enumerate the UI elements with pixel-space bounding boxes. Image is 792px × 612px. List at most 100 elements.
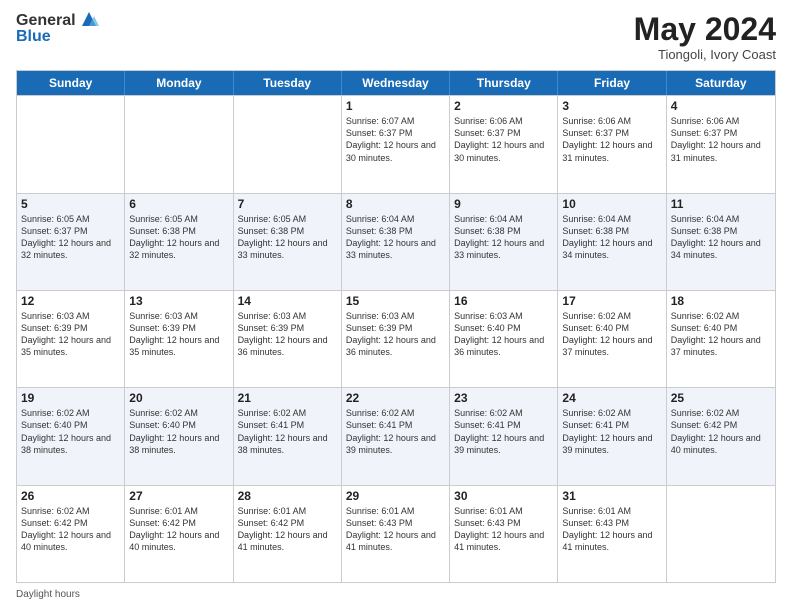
daylight-label: Daylight hours [16,589,80,600]
calendar-cell: 16 Sunrise: 6:03 AM Sunset: 6:40 PM Dayli… [450,291,558,387]
day-number: 11 [671,197,771,211]
cell-info: Sunrise: 6:05 AM Sunset: 6:38 PM Dayligh… [129,213,228,262]
calendar-cell: 26Sunrise: 6:02 AM Sunset: 6:42 PM Dayli… [17,486,125,582]
calendar-cell: 29 Sunrise: 6:01 AM Sunset: 6:43 PM Dayli… [342,486,450,582]
cell-info: Sunrise: 6:02 AM Sunset: 6:41 PM Dayligh… [346,407,445,456]
logo-general: General [16,12,76,29]
cell-info: Sunrise: 6:01 AM Sunset: 6:42 PM Dayligh… [129,505,228,554]
day-number: 15 [346,294,445,308]
cell-info: Sunrise: 6:04 AM Sunset: 6:38 PM Dayligh… [454,213,553,262]
weekday-header-sunday: Sunday [17,71,125,95]
cell-info: Sunrise: 6:03 AM Sunset: 6:39 PM Dayligh… [21,310,120,359]
calendar-cell: 15 Sunrise: 6:03 AM Sunset: 6:39 PM Dayli… [342,291,450,387]
weekday-header-saturday: Saturday [667,71,775,95]
calendar-cell: 8 Sunrise: 6:04 AM Sunset: 6:38 PM Daylig… [342,194,450,290]
calendar-cell: 7 Sunrise: 6:05 AM Sunset: 6:38 PM Daylig… [234,194,342,290]
day-number: 16 [454,294,553,308]
calendar-row-1: 1Sunrise: 6:07 AM Sunset: 6:37 PM Daylig… [17,95,775,192]
weekday-header-monday: Monday [125,71,233,95]
calendar-cell: 12Sunrise: 6:03 AM Sunset: 6:39 PM Dayli… [17,291,125,387]
calendar-cell: 27 Sunrise: 6:01 AM Sunset: 6:42 PM Dayli… [125,486,233,582]
cell-info: Sunrise: 6:03 AM Sunset: 6:39 PM Dayligh… [346,310,445,359]
day-number: 25 [671,391,771,405]
calendar-cell: 3Sunrise: 6:06 AM Sunset: 6:37 PM Daylig… [558,96,666,192]
day-number: 20 [129,391,228,405]
header: General Blue May 2024 Tiongoli, Ivory Co… [16,12,776,62]
calendar-cell: 20 Sunrise: 6:02 AM Sunset: 6:40 PM Dayli… [125,388,233,484]
cell-info: Sunrise: 6:02 AM Sunset: 6:41 PM Dayligh… [238,407,337,456]
calendar-cell: 24 Sunrise: 6:02 AM Sunset: 6:41 PM Dayli… [558,388,666,484]
calendar-cell: 11 Sunrise: 6:04 AM Sunset: 6:38 PM Dayli… [667,194,775,290]
calendar: SundayMondayTuesdayWednesdayThursdayFrid… [16,70,776,583]
calendar-cell: 25 Sunrise: 6:02 AM Sunset: 6:42 PM Dayli… [667,388,775,484]
weekday-header-thursday: Thursday [450,71,558,95]
day-number: 1 [346,99,445,113]
calendar-cell: 17Sunrise: 6:02 AM Sunset: 6:40 PM Dayli… [558,291,666,387]
calendar-cell: 10 Sunrise: 6:04 AM Sunset: 6:38 PM Dayli… [558,194,666,290]
calendar-cell [17,96,125,192]
cell-info: Sunrise: 6:03 AM Sunset: 6:39 PM Dayligh… [129,310,228,359]
calendar-row-5: 26Sunrise: 6:02 AM Sunset: 6:42 PM Dayli… [17,485,775,582]
calendar-cell: 23 Sunrise: 6:02 AM Sunset: 6:41 PM Dayli… [450,388,558,484]
cell-info: Sunrise: 6:05 AM Sunset: 6:38 PM Dayligh… [238,213,337,262]
cell-info: Sunrise: 6:02 AM Sunset: 6:40 PM Dayligh… [129,407,228,456]
cell-info: Sunrise: 6:06 AM Sunset: 6:37 PM Dayligh… [454,115,553,164]
day-number: 29 [346,489,445,503]
title-area: May 2024 Tiongoli, Ivory Coast [634,12,776,62]
day-number: 9 [454,197,553,211]
cell-info: Sunrise: 6:01 AM Sunset: 6:43 PM Dayligh… [454,505,553,554]
day-number: 8 [346,197,445,211]
cell-info: Sunrise: 6:04 AM Sunset: 6:38 PM Dayligh… [346,213,445,262]
cell-info: Sunrise: 6:04 AM Sunset: 6:38 PM Dayligh… [671,213,771,262]
page: General Blue May 2024 Tiongoli, Ivory Co… [0,0,792,612]
cell-info: Sunrise: 6:05 AM Sunset: 6:37 PM Dayligh… [21,213,120,262]
weekday-header-wednesday: Wednesday [342,71,450,95]
cell-info: Sunrise: 6:01 AM Sunset: 6:43 PM Dayligh… [346,505,445,554]
calendar-cell: 18Sunrise: 6:02 AM Sunset: 6:40 PM Dayli… [667,291,775,387]
day-number: 23 [454,391,553,405]
calendar-cell: 6Sunrise: 6:05 AM Sunset: 6:38 PM Daylig… [125,194,233,290]
footer: Daylight hours [16,589,776,600]
day-number: 24 [562,391,661,405]
cell-info: Sunrise: 6:01 AM Sunset: 6:42 PM Dayligh… [238,505,337,554]
month-year: May 2024 [634,12,776,47]
calendar-cell [125,96,233,192]
cell-info: Sunrise: 6:03 AM Sunset: 6:40 PM Dayligh… [454,310,553,359]
day-number: 27 [129,489,228,503]
cell-info: Sunrise: 6:02 AM Sunset: 6:41 PM Dayligh… [562,407,661,456]
calendar-cell: 22 Sunrise: 6:02 AM Sunset: 6:41 PM Dayli… [342,388,450,484]
cell-info: Sunrise: 6:06 AM Sunset: 6:37 PM Dayligh… [671,115,771,164]
day-number: 7 [238,197,337,211]
calendar-cell: 4 Sunrise: 6:06 AM Sunset: 6:37 PM Daylig… [667,96,775,192]
day-number: 19 [21,391,120,405]
day-number: 13 [129,294,228,308]
calendar-cell [667,486,775,582]
cell-info: Sunrise: 6:02 AM Sunset: 6:42 PM Dayligh… [671,407,771,456]
calendar-row-2: 5Sunrise: 6:05 AM Sunset: 6:37 PM Daylig… [17,193,775,290]
cell-info: Sunrise: 6:04 AM Sunset: 6:38 PM Dayligh… [562,213,661,262]
day-number: 26 [21,489,120,503]
day-number: 10 [562,197,661,211]
calendar-cell: 28 Sunrise: 6:01 AM Sunset: 6:42 PM Dayli… [234,486,342,582]
calendar-cell [234,96,342,192]
day-number: 21 [238,391,337,405]
calendar-cell: 30Sunrise: 6:01 AM Sunset: 6:43 PM Dayli… [450,486,558,582]
calendar-cell: 9 Sunrise: 6:04 AM Sunset: 6:38 PM Daylig… [450,194,558,290]
calendar-cell: 13 Sunrise: 6:03 AM Sunset: 6:39 PM Dayli… [125,291,233,387]
day-number: 28 [238,489,337,503]
calendar-row-4: 19 Sunrise: 6:02 AM Sunset: 6:40 PM Dayli… [17,387,775,484]
calendar-cell: 21 Sunrise: 6:02 AM Sunset: 6:41 PM Dayli… [234,388,342,484]
location: Tiongoli, Ivory Coast [634,47,776,62]
day-number: 2 [454,99,553,113]
cell-info: Sunrise: 6:02 AM Sunset: 6:41 PM Dayligh… [454,407,553,456]
day-number: 22 [346,391,445,405]
cell-info: Sunrise: 6:02 AM Sunset: 6:40 PM Dayligh… [21,407,120,456]
day-number: 17 [562,294,661,308]
day-number: 14 [238,294,337,308]
logo-icon [78,8,100,30]
day-number: 4 [671,99,771,113]
calendar-cell: 1Sunrise: 6:07 AM Sunset: 6:37 PM Daylig… [342,96,450,192]
cell-info: Sunrise: 6:01 AM Sunset: 6:43 PM Dayligh… [562,505,661,554]
calendar-cell: 2 Sunrise: 6:06 AM Sunset: 6:37 PM Daylig… [450,96,558,192]
calendar-header: SundayMondayTuesdayWednesdayThursdayFrid… [17,71,775,95]
